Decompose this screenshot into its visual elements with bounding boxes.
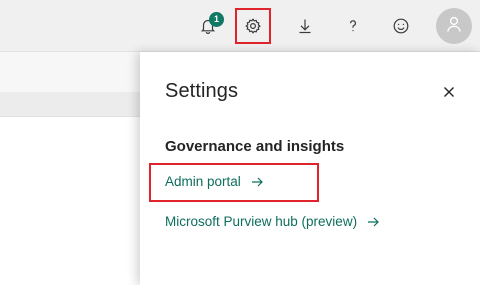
person-icon: [444, 14, 464, 39]
governance-section-heading: Governance and insights: [165, 138, 345, 155]
notification-count-badge: 1: [209, 12, 224, 27]
background-page-header: [0, 52, 140, 92]
gear-icon: [244, 17, 262, 35]
account-avatar[interactable]: [436, 8, 472, 44]
close-button[interactable]: [438, 83, 460, 105]
admin-portal-label: Admin portal: [165, 174, 241, 189]
smiley-icon: [392, 17, 410, 35]
settings-button[interactable]: [235, 8, 271, 44]
top-app-bar: 1: [0, 0, 480, 52]
download-icon: [296, 17, 314, 35]
background-page-toolbar: [0, 92, 140, 117]
help-button[interactable]: [335, 8, 371, 44]
purview-hub-label: Microsoft Purview hub (preview): [165, 214, 358, 229]
settings-panel: Settings Governance and insights Admin p…: [140, 52, 480, 285]
help-icon: [344, 17, 362, 35]
notifications-button[interactable]: 1: [190, 8, 226, 44]
admin-portal-link[interactable]: Admin portal: [165, 174, 263, 189]
feedback-button[interactable]: [383, 8, 419, 44]
purview-hub-link[interactable]: Microsoft Purview hub (preview): [165, 214, 379, 229]
arrow-right-icon: [251, 177, 263, 187]
arrow-right-icon: [367, 217, 379, 227]
download-button[interactable]: [287, 8, 323, 44]
close-icon: [443, 85, 455, 103]
settings-panel-title: Settings: [165, 80, 239, 102]
